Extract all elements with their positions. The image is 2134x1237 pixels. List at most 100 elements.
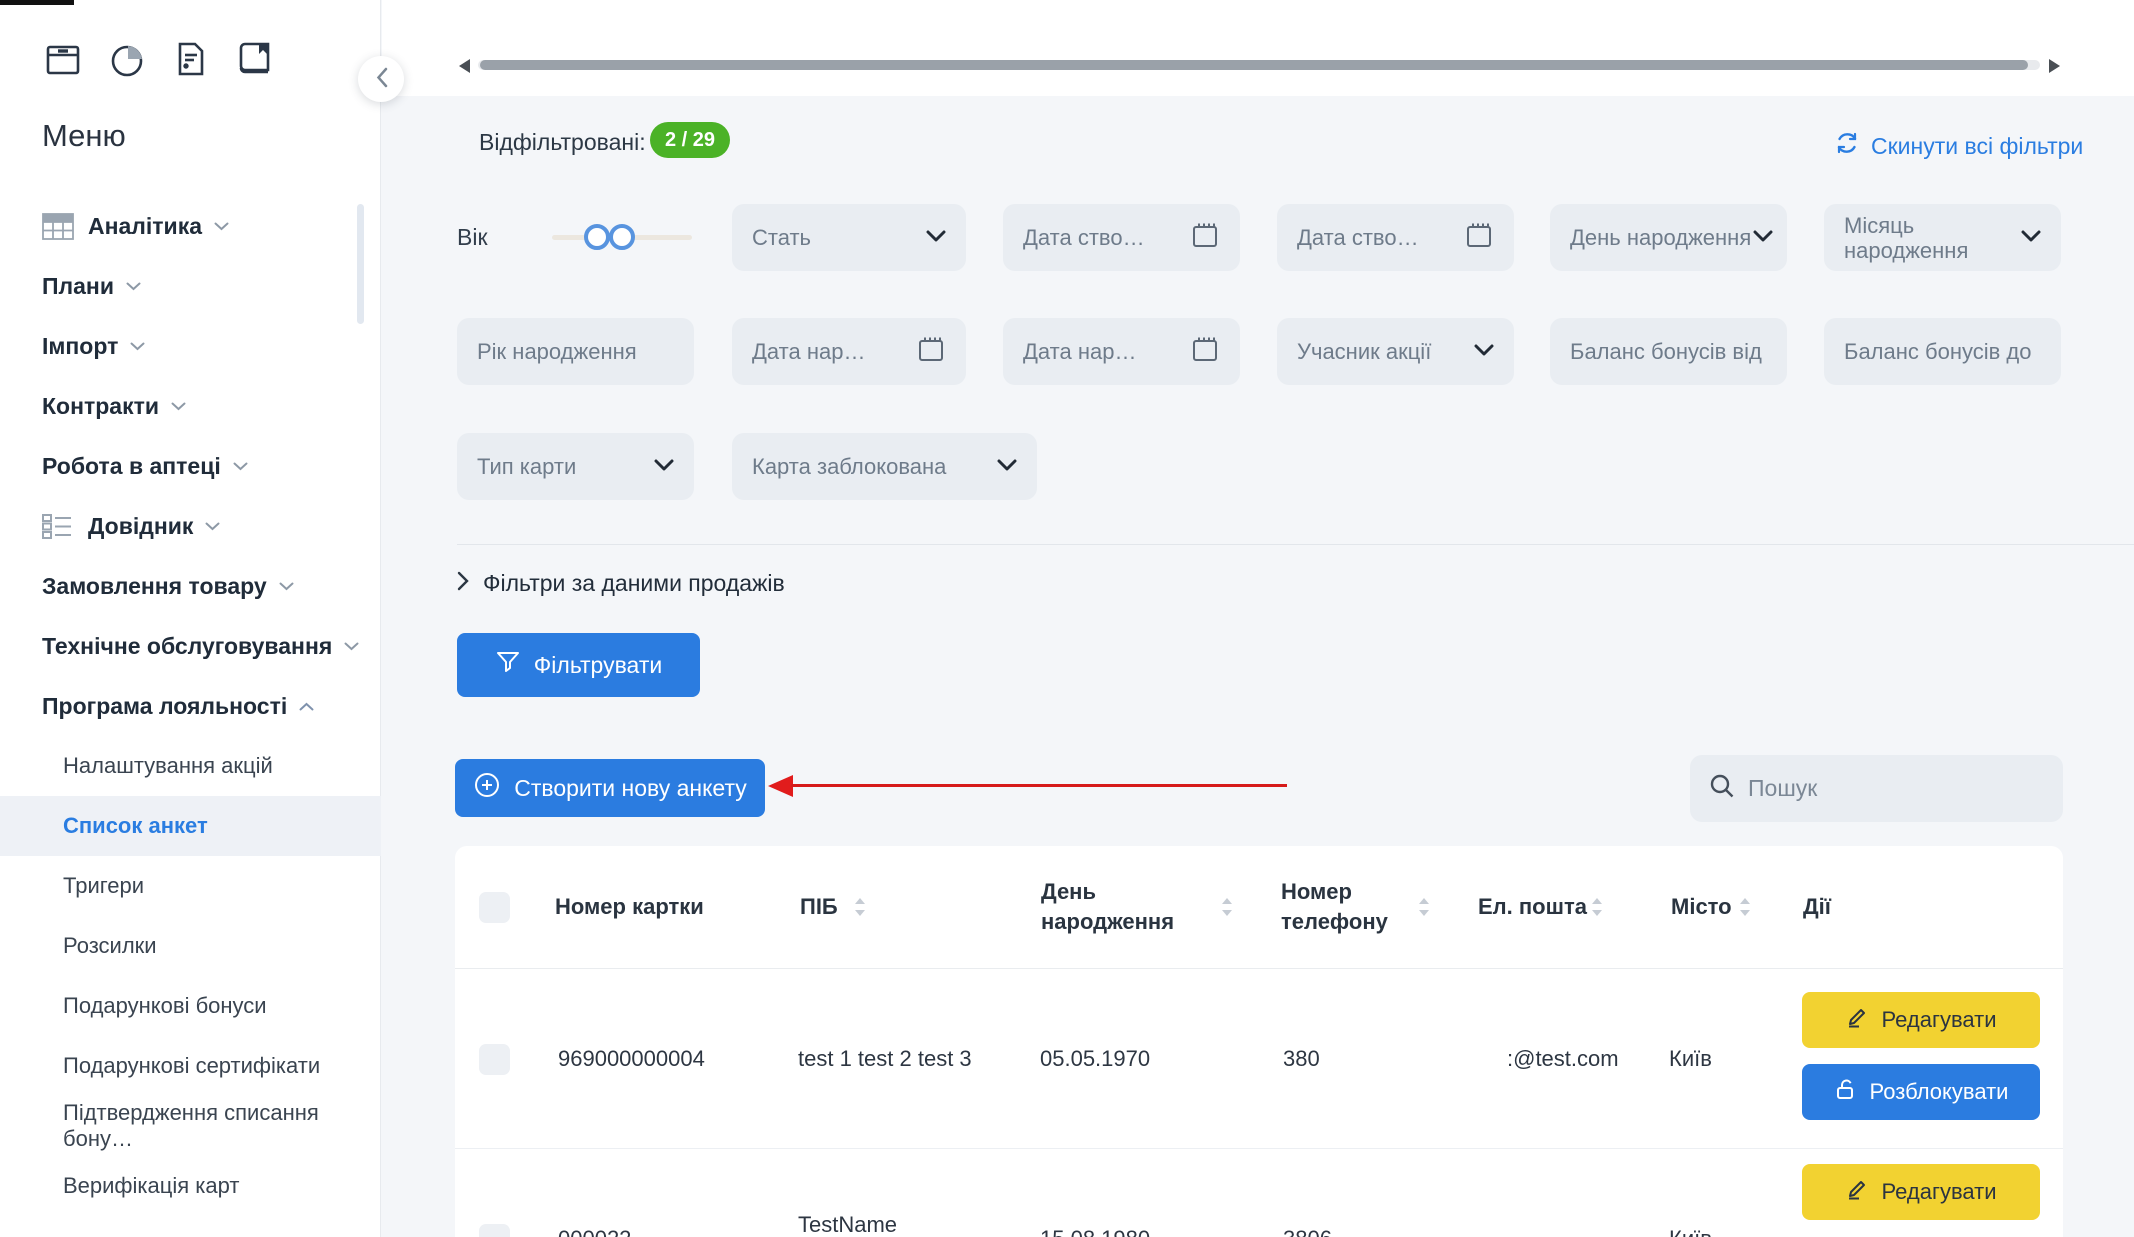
sidebar-item-analytics[interactable]: Аналітика xyxy=(0,196,381,256)
chevron-down-icon xyxy=(654,458,674,476)
column-actions: Дії xyxy=(1803,892,1831,922)
funnel-icon xyxy=(495,649,521,681)
sort-icon-phone[interactable] xyxy=(1417,896,1431,918)
card-blocked-select[interactable]: Карта заблокована xyxy=(732,433,1037,500)
sidebar-subitem-promo-settings[interactable]: Налаштування акцій xyxy=(0,736,381,796)
edit-button[interactable]: Редагувати xyxy=(1802,992,2040,1048)
cell-city: Київ xyxy=(1669,1225,1712,1237)
birth-day-select[interactable]: День народження xyxy=(1550,204,1787,271)
sidebar-subitem-questionnaire-list[interactable]: Список анкет xyxy=(0,796,381,856)
filtered-count-badge: 2 / 29 xyxy=(650,122,730,158)
hscroll-left-arrow-icon[interactable] xyxy=(459,59,470,73)
date-created-to-input[interactable]: Дата ство… xyxy=(1277,204,1514,271)
column-full-name: ПІБ xyxy=(800,892,838,922)
red-annotation-arrow xyxy=(768,774,1288,798)
sidebar-item-maintenance[interactable]: Технічне обслуговування xyxy=(0,616,381,676)
sidebar-item-loyalty-program[interactable]: Програма лояльності xyxy=(0,676,381,736)
edit-button[interactable]: Редагувати xyxy=(1802,1164,2040,1220)
birth-date-to-input[interactable]: Дата нар… xyxy=(1003,318,1240,385)
book-icon[interactable] xyxy=(234,38,276,85)
sidebar-collapse-button[interactable] xyxy=(358,56,404,102)
calendar-icon xyxy=(1464,220,1494,255)
sidebar-subitem-gift-bonuses[interactable]: Подарункові бонуси xyxy=(0,976,381,1036)
pencil-icon xyxy=(1845,1177,1869,1207)
hscroll-right-arrow-icon[interactable] xyxy=(2049,59,2060,73)
chevron-down-icon xyxy=(233,462,248,471)
search-input[interactable] xyxy=(1748,775,2045,802)
date-created-from-input[interactable]: Дата ство… xyxy=(1003,204,1240,271)
promo-participant-select[interactable]: Учасник акції xyxy=(1277,318,1514,385)
plus-circle-icon xyxy=(473,771,501,805)
questionnaire-table: Номер картки ПІБ День народження Номер т… xyxy=(455,846,2063,1237)
chevron-down-icon xyxy=(130,342,145,351)
cell-city: Київ xyxy=(1669,1045,1712,1073)
birth-date-from-input[interactable]: Дата нар… xyxy=(732,318,966,385)
cell-phone: 3806 xyxy=(1283,1225,1332,1237)
calendar-icon xyxy=(1190,334,1220,369)
cell-email: :@test.com xyxy=(1507,1045,1619,1073)
sort-icon-city[interactable] xyxy=(1738,896,1752,918)
sort-icon-email[interactable] xyxy=(1590,896,1604,918)
sidebar-menu: Аналітика Плани Імпорт Контракти xyxy=(0,196,381,1216)
gender-select[interactable]: Стать xyxy=(732,204,966,271)
table-row: 000022 TestName TestSurname 15.08.1980 3… xyxy=(455,1149,2063,1237)
row-checkbox[interactable] xyxy=(479,1044,510,1075)
chevron-down-icon xyxy=(214,222,229,231)
cell-full-name: TestName TestSurname xyxy=(798,1211,933,1237)
pie-chart-icon[interactable] xyxy=(106,38,148,85)
age-filter: Вік xyxy=(457,204,694,271)
chevron-down-icon xyxy=(2021,229,2041,247)
search-icon xyxy=(1708,772,1736,805)
sort-icon-full-name[interactable] xyxy=(853,896,867,918)
chevron-up-icon xyxy=(299,702,314,711)
content-top-band xyxy=(382,0,2134,96)
cell-full-name: test 1 test 2 test 3 xyxy=(798,1045,972,1073)
column-city: Місто xyxy=(1671,892,1732,922)
sidebar-top-icons xyxy=(42,38,276,85)
table-header: Номер картки ПІБ День народження Номер т… xyxy=(455,846,2063,969)
bonus-balance-to-input[interactable]: Баланс бонусів до xyxy=(1824,318,2061,385)
sidebar-subitem-card-verification[interactable]: Верифікація карт xyxy=(0,1156,381,1216)
chevron-down-icon xyxy=(997,458,1017,476)
horizontal-scrollbar[interactable] xyxy=(478,60,2040,70)
sidebar-subitem-mailings[interactable]: Розсилки xyxy=(0,916,381,976)
chevron-down-icon xyxy=(205,522,220,531)
arrow-line xyxy=(791,784,1287,787)
birth-month-select[interactable]: Місяць народження xyxy=(1824,204,2061,271)
sales-filters-toggle[interactable]: Фільтри за даними продажів xyxy=(457,570,785,597)
browser-artifact-strip xyxy=(0,0,74,5)
reset-filters-link[interactable]: Скинути всі фільтри xyxy=(1833,129,2083,163)
sidebar-item-pharmacy-work[interactable]: Робота в аптеці xyxy=(0,436,381,496)
reset-filters-label: Скинути всі фільтри xyxy=(1871,133,2083,160)
chevron-left-icon xyxy=(375,67,388,91)
sidebar-scrollbar[interactable] xyxy=(357,204,364,324)
cell-birthday: 15.08.1980 xyxy=(1040,1225,1150,1237)
sidebar-subitem-bonus-writeoff-confirmation[interactable]: Підтвердження списання бону… xyxy=(0,1096,381,1156)
archive-box-icon[interactable] xyxy=(42,38,84,85)
age-range-slider[interactable] xyxy=(552,235,692,240)
bonus-balance-from-input[interactable]: Баланс бонусів від xyxy=(1550,318,1787,385)
sidebar-item-import[interactable]: Імпорт xyxy=(0,316,381,376)
sidebar-item-directory[interactable]: Довідник xyxy=(0,496,381,556)
search-box[interactable] xyxy=(1690,755,2063,822)
age-slider-handle-max[interactable] xyxy=(609,224,635,250)
sidebar-subitem-triggers[interactable]: Тригери xyxy=(0,856,381,916)
unlock-button[interactable]: Розблокувати xyxy=(1802,1064,2040,1120)
row-checkbox[interactable] xyxy=(479,1224,510,1237)
age-slider-handle-min[interactable] xyxy=(584,224,610,250)
horizontal-scrollbar-thumb[interactable] xyxy=(480,60,2028,70)
create-questionnaire-button[interactable]: Створити нову анкету xyxy=(455,759,765,817)
birth-year-input[interactable]: Рік народження xyxy=(457,318,694,385)
cell-card-number: 969000000004 xyxy=(558,1045,705,1073)
sidebar-subitem-gift-certificates[interactable]: Подарункові сертифікати xyxy=(0,1036,381,1096)
sidebar-item-goods-orders[interactable]: Замовлення товару xyxy=(0,556,381,616)
apply-filters-button[interactable]: Фільтрувати xyxy=(457,633,700,697)
sort-icon-birthday[interactable] xyxy=(1220,896,1234,918)
sidebar-item-plans[interactable]: Плани xyxy=(0,256,381,316)
card-type-select[interactable]: Тип карти xyxy=(457,433,694,500)
menu-title: Меню xyxy=(42,118,126,154)
filtered-label: Відфільтровані: xyxy=(479,129,646,156)
document-icon[interactable] xyxy=(170,38,212,85)
select-all-checkbox[interactable] xyxy=(479,892,510,923)
sidebar-item-contracts[interactable]: Контракти xyxy=(0,376,381,436)
